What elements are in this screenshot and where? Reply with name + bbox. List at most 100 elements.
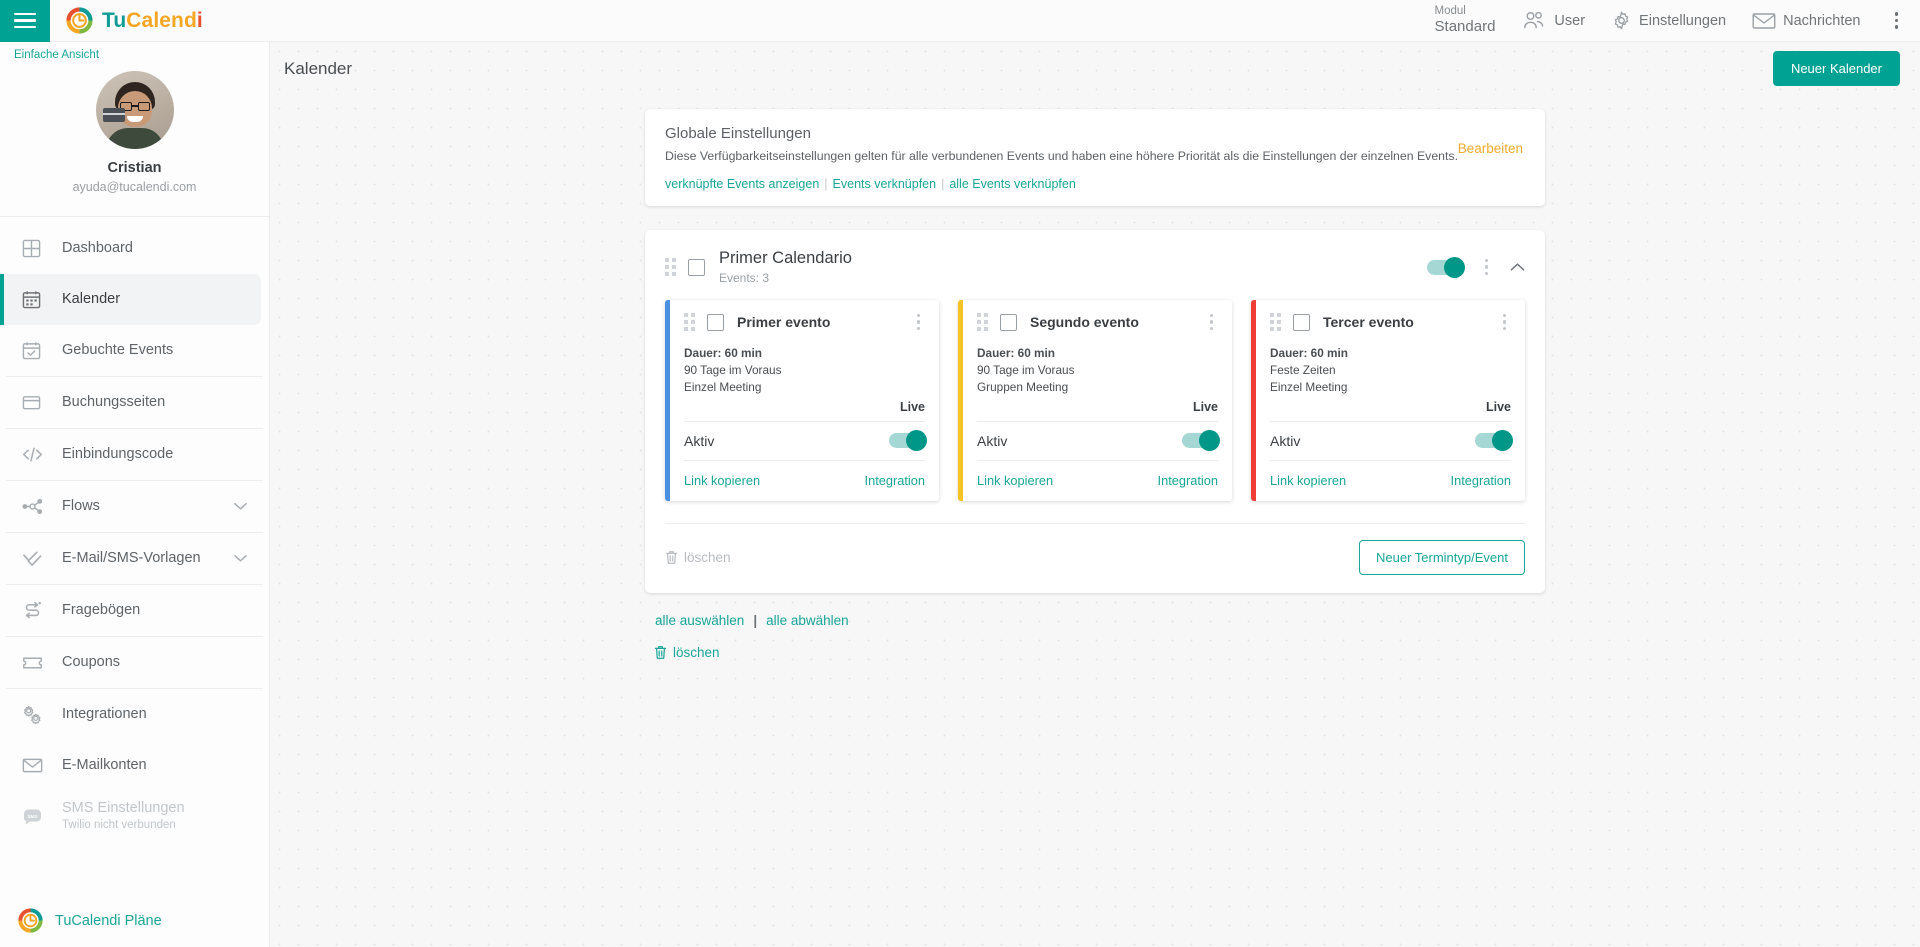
sidebar-item-buchungsseiten[interactable]: Buchungsseiten [0, 377, 269, 428]
event-active-label: Aktiv [977, 432, 1008, 449]
global-settings-edit-link[interactable]: Bearbeiten [1458, 141, 1523, 156]
event-live-label: Live [684, 400, 925, 422]
link-alle-events-verknuepfen[interactable]: alle Events verknüpfen [949, 177, 1075, 191]
event-active-toggle[interactable] [1182, 430, 1220, 452]
sidebar-item-fragebogen[interactable]: Fragebögen [0, 585, 269, 636]
sidebar-label-email-sms-vorlagen: E-Mail/SMS-Vorlagen [62, 549, 201, 566]
bulk-delete-button[interactable]: löschen [654, 645, 1545, 660]
ticket-icon [22, 653, 62, 672]
simple-view-toggle[interactable]: Einfache Ansicht [0, 42, 269, 61]
event-card: Segundo evento Dauer: 60 min 90 Tage im … [958, 299, 1232, 501]
nav-item-user[interactable]: User [1521, 11, 1585, 31]
avatar[interactable] [95, 71, 174, 149]
event-menu-vertical-dots-icon[interactable] [1205, 312, 1219, 333]
nav-item-nachrichten[interactable]: Nachrichten [1752, 12, 1861, 30]
double-check-icon [22, 549, 62, 568]
vertical-dots-icon[interactable] [1887, 8, 1907, 33]
event-menu-vertical-dots-icon[interactable] [1498, 312, 1512, 333]
tucalendi-logo-icon [66, 7, 93, 34]
sidebar-item-sms-einstellungen[interactable]: SMS SMS Einstellungen Twilio nicht verbu… [0, 791, 269, 842]
link-verknuepfte-events-anzeigen[interactable]: verknüpfte Events anzeigen [665, 177, 819, 191]
event-duration: Dauer: 60 min [977, 346, 1056, 361]
gear-icon [1611, 10, 1632, 31]
nav-item-einstellungen[interactable]: Einstellungen [1611, 10, 1726, 31]
event-checkbox[interactable] [707, 313, 724, 331]
event-live-label: Live [977, 400, 1218, 422]
nav-label-nachrichten: Nachrichten [1783, 12, 1861, 29]
chevron-down-icon[interactable] [234, 554, 247, 563]
event-advance: Feste Zeiten [1270, 363, 1336, 378]
hamburger-menu-icon[interactable] [0, 0, 50, 42]
window-icon [22, 393, 62, 412]
sidebar-item-email-sms-vorlagen[interactable]: E-Mail/SMS-Vorlagen [0, 533, 269, 584]
event-name: Segundo evento [1030, 314, 1139, 331]
event-menu-vertical-dots-icon[interactable] [912, 312, 926, 333]
sidebar-label-tucalendi-plaene: TuCalendi Pläne [55, 912, 162, 929]
link-separator: | [824, 176, 828, 191]
sidebar-label-einbindungscode: Einbindungscode [62, 445, 174, 462]
users-icon [1521, 11, 1547, 31]
event-type: Gruppen Meeting [977, 380, 1069, 395]
event-copy-link[interactable]: Link kopieren [977, 473, 1053, 488]
calendar-delete-label: löschen [684, 549, 731, 565]
sidebar-item-gebuchte-events[interactable]: Gebuchte Events [0, 325, 269, 376]
calendar-checkbox[interactable] [688, 258, 705, 276]
bulk-select-links: alle auswählen | alle abwählen [645, 613, 1545, 628]
event-integration-link[interactable]: Integration [1158, 473, 1218, 488]
event-active-toggle[interactable] [889, 430, 927, 452]
event-copy-link[interactable]: Link kopieren [684, 473, 760, 488]
tucalendi-logo-icon [18, 908, 43, 933]
sidebar-item-integrationen[interactable]: Integrationen [0, 689, 269, 740]
calendar-menu-vertical-dots-icon[interactable] [1480, 257, 1494, 278]
drag-grip-icon[interactable] [684, 313, 695, 332]
calendar-delete-button[interactable]: löschen [665, 550, 731, 565]
link-events-verknuepfen[interactable]: Events verknüpfen [833, 177, 937, 191]
nav-label-einstellungen: Einstellungen [1639, 12, 1727, 29]
module-indicator: Modul Standard [1435, 5, 1496, 35]
chevron-up-icon[interactable] [1510, 262, 1525, 272]
event-copy-link[interactable]: Link kopieren [1270, 473, 1346, 488]
event-active-label: Aktiv [1270, 432, 1301, 449]
drag-grip-icon[interactable] [977, 313, 988, 332]
sidebar-item-tucalendi-plaene[interactable]: TuCalendi Pläne [0, 908, 269, 933]
drag-grip-icon[interactable] [665, 258, 676, 277]
survey-arrows-icon [22, 601, 62, 620]
new-event-button[interactable]: Neuer Termintyp/Event [1359, 539, 1525, 575]
event-integration-link[interactable]: Integration [865, 473, 925, 488]
new-calendar-button[interactable]: Neuer Kalender [1772, 51, 1900, 86]
sidebar-label-gebuchte-events: Gebuchte Events [62, 341, 174, 358]
event-active-toggle[interactable] [1475, 430, 1513, 452]
drag-grip-icon[interactable] [1270, 313, 1281, 332]
brand-part-calend: Calend [126, 8, 197, 32]
trash-icon [665, 550, 678, 565]
event-advance: 90 Tage im Voraus [684, 363, 782, 378]
sidebar-item-flows[interactable]: Flows [0, 481, 269, 532]
sidebar-item-emailkonten[interactable]: E-Mailkonten [0, 740, 269, 791]
nodes-icon [22, 497, 62, 516]
event-live-label: Live [1270, 400, 1511, 422]
profile-name: Cristian [107, 160, 162, 176]
calendar-enabled-toggle[interactable] [1426, 256, 1465, 278]
event-checkbox[interactable] [1000, 313, 1017, 331]
calendar-check-icon [22, 341, 62, 360]
global-settings-description: Diese Verfügbarkeitseinstellungen gelten… [665, 149, 1458, 163]
sidebar-item-dashboard[interactable]: Dashboard [0, 223, 269, 274]
sidebar-label-coupons: Coupons [62, 653, 121, 670]
brand-logo-link[interactable]: TuCalendi [66, 7, 203, 34]
brand-title: TuCalendi [102, 9, 203, 33]
module-label: Modul [1434, 5, 1466, 18]
bulk-delete-label: löschen [673, 644, 720, 660]
sidebar-sublabel-sms-status: Twilio nicht verbunden [62, 818, 176, 831]
sidebar-label-emailkonten: E-Mailkonten [62, 756, 147, 773]
event-integration-link[interactable]: Integration [1451, 473, 1511, 488]
sidebar-item-einbindungscode[interactable]: Einbindungscode [0, 429, 269, 480]
chevron-down-icon[interactable] [234, 502, 247, 511]
sidebar-label-flows: Flows [62, 497, 100, 514]
event-checkbox[interactable] [1293, 313, 1310, 331]
sidebar-item-coupons[interactable]: Coupons [0, 637, 269, 688]
event-advance: 90 Tage im Voraus [977, 363, 1075, 378]
select-all-link[interactable]: alle auswählen [655, 613, 744, 628]
deselect-all-link[interactable]: alle abwählen [766, 613, 849, 628]
trash-icon [654, 645, 667, 660]
sidebar-item-kalender[interactable]: Kalender [0, 274, 261, 325]
